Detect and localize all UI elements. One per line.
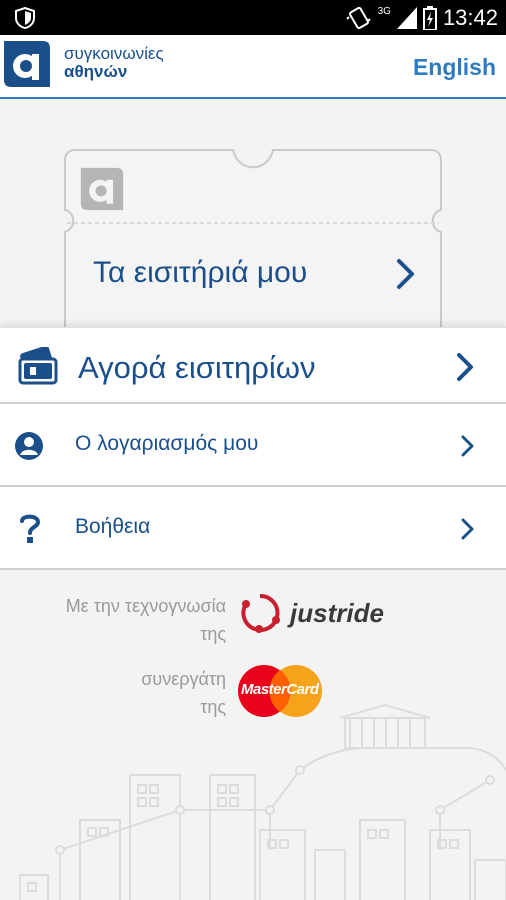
ticket-logo-icon (80, 167, 124, 211)
tickets-icon (18, 347, 58, 385)
oasa-logo-icon (2, 39, 52, 89)
shield-icon (15, 7, 35, 29)
card-partner-caption-line1: συνεργάτη (141, 669, 226, 689)
my-tickets-button[interactable]: Τα εισιτήριά μου (63, 148, 443, 330)
tech-partner-caption-line2: της (200, 624, 226, 644)
clock: 13:42 (442, 4, 498, 30)
menu-label-help: Βοήθεια (75, 515, 151, 538)
menu-label-my-account: Ο λογαριασμός μου (75, 432, 259, 455)
justride-wordmark: justride (290, 598, 384, 628)
menu-item-help[interactable]: Βοήθεια (0, 487, 506, 570)
tech-partner-caption: Με την τεχνογνωσία της (6, 592, 226, 648)
my-tickets-label: Τα εισιτήριά μου (93, 256, 308, 289)
menu-label-buy-tickets: Αγορά εισιτηρίων (78, 350, 316, 385)
chevron-right-icon (461, 435, 474, 457)
vibrate-icon (345, 6, 371, 29)
battery-icon (422, 5, 437, 30)
app-header: συγκοινωνίες αθηνών English (0, 35, 506, 99)
logo-text-line1: συγκοινωνίες (64, 44, 164, 63)
justride-logo: justride (238, 590, 398, 640)
network-type: 3G (377, 6, 391, 17)
chevron-right-icon (457, 353, 473, 381)
question-icon (20, 514, 41, 543)
mastercard-wordmark: MasterCard (241, 681, 319, 698)
city-skyline-illustration (19, 703, 506, 900)
tech-partner-caption-line1: Με την τεχνογνωσία (65, 596, 226, 616)
card-partner-caption-line2: της (200, 697, 226, 717)
card-partner-caption: συνεργάτη της (26, 665, 226, 721)
mastercard-logo: MasterCard (238, 664, 324, 718)
signal-icon (396, 6, 417, 29)
logo-text-line2: αθηνών (64, 62, 128, 81)
menu-item-my-account[interactable]: Ο λογαριασμός μου (0, 404, 506, 487)
chevron-right-icon (461, 518, 474, 540)
chevron-right-icon (397, 259, 414, 289)
status-bar: 3G 13:42 (0, 0, 506, 35)
language-switch-link[interactable]: English (413, 54, 496, 81)
menu-item-buy-tickets[interactable]: Αγορά εισιτηρίων (0, 327, 506, 404)
user-icon (15, 432, 43, 460)
